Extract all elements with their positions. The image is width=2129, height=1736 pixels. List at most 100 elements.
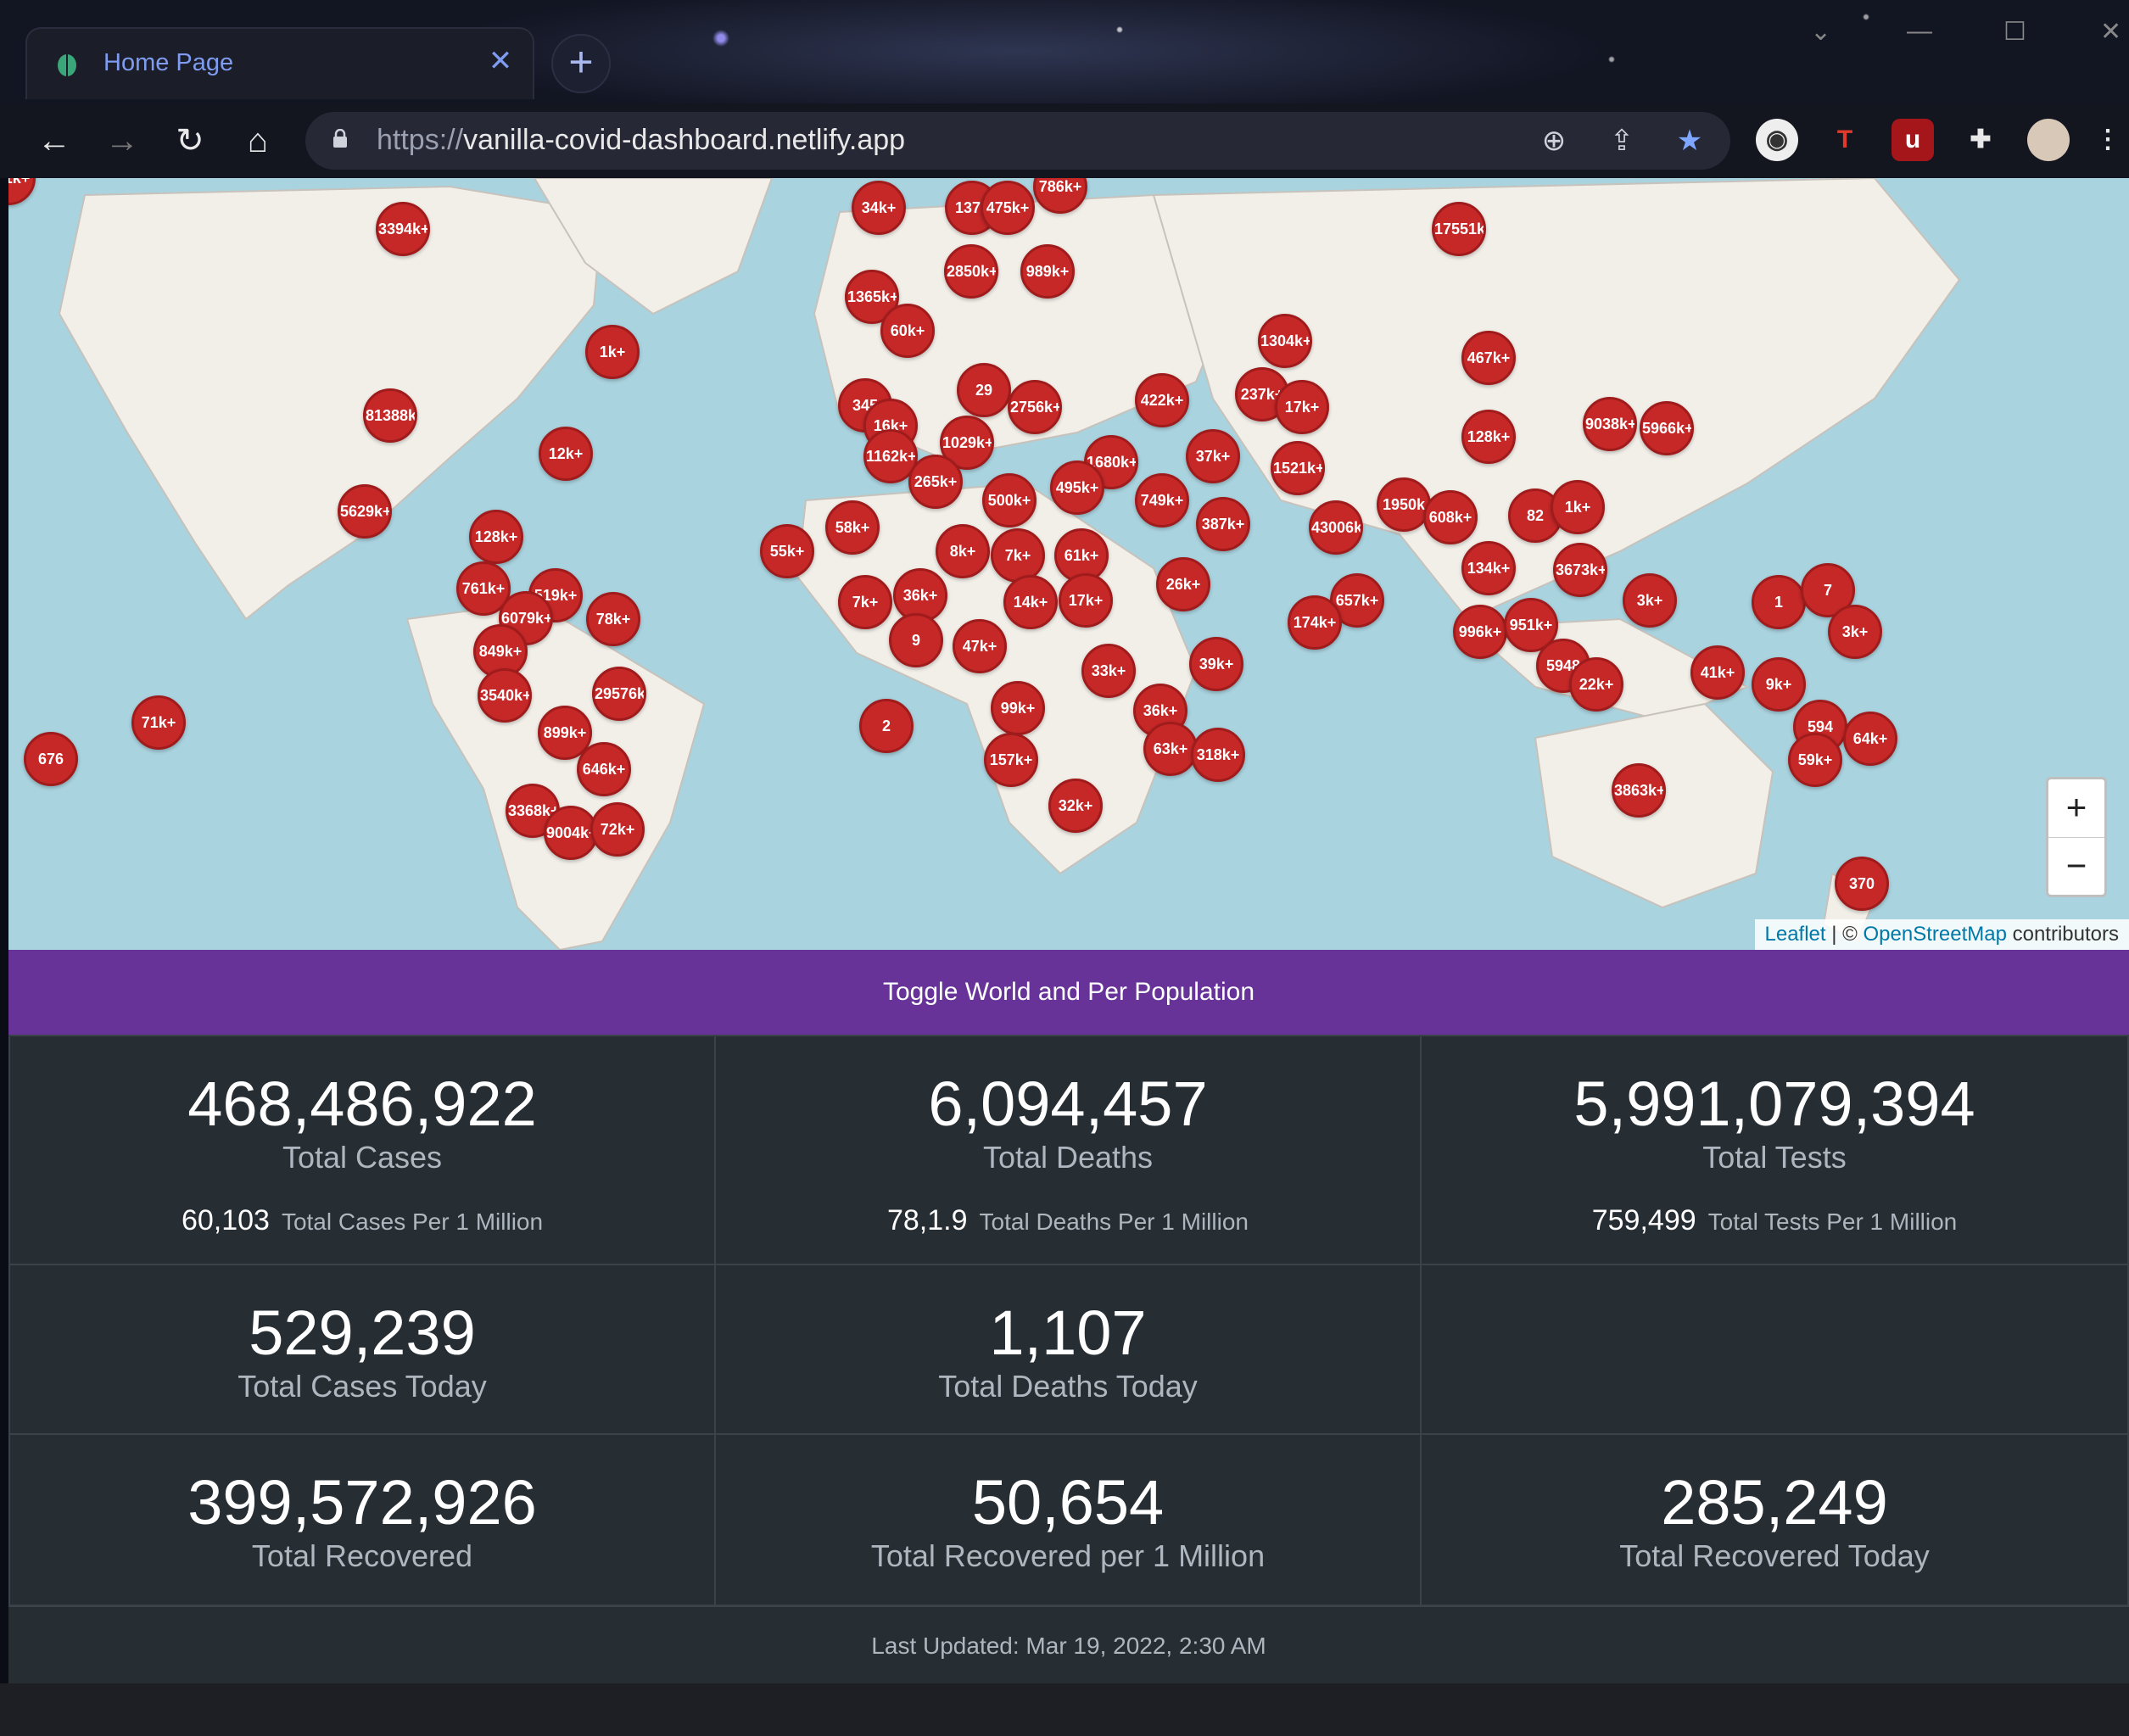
browser-tab[interactable]: Home Page ✕ xyxy=(25,27,534,99)
close-tab-icon[interactable]: ✕ xyxy=(485,46,516,76)
profile-avatar[interactable] xyxy=(2027,119,2070,161)
cluster-marker[interactable]: 676 xyxy=(24,732,78,786)
address-bar[interactable]: https://vanilla-covid-dashboard.netlify.… xyxy=(305,112,1730,170)
leaflet-link[interactable]: Leaflet xyxy=(1765,923,1826,946)
cluster-marker[interactable]: 3863k+ xyxy=(1612,763,1666,818)
minimize-icon[interactable]: — xyxy=(1907,17,1932,46)
cluster-marker[interactable]: 81388k+ xyxy=(363,388,417,443)
cluster-marker[interactable]: 3394k+ xyxy=(376,202,430,256)
cluster-marker[interactable]: 39k+ xyxy=(1189,637,1243,691)
extension-glasses-icon[interactable]: ◉ xyxy=(1756,119,1798,161)
cluster-marker[interactable]: 467k+ xyxy=(1461,331,1516,385)
cluster-marker[interactable]: 47k+ xyxy=(953,619,1007,673)
cluster-marker[interactable]: 9 xyxy=(889,613,943,667)
forward-arrow-icon[interactable]: → xyxy=(98,117,146,165)
cluster-marker[interactable]: 34k+ xyxy=(852,181,906,235)
zoom-in-button[interactable]: + xyxy=(2048,779,2104,838)
cluster-marker[interactable]: 5629k+ xyxy=(338,484,392,539)
cluster-marker[interactable]: 749k+ xyxy=(1135,473,1189,527)
cluster-marker[interactable]: 495k+ xyxy=(1050,461,1104,515)
cluster-marker[interactable]: 33k+ xyxy=(1081,644,1136,698)
cluster-marker[interactable]: 37k+ xyxy=(1186,429,1240,483)
extension-tp-icon[interactable]: T xyxy=(1824,119,1866,161)
cluster-marker[interactable]: 646k+ xyxy=(577,742,631,796)
cluster-marker[interactable]: 174k+ xyxy=(1288,595,1342,650)
cluster-marker[interactable]: 996k+ xyxy=(1453,605,1507,659)
url-text[interactable]: https://vanilla-covid-dashboard.netlify.… xyxy=(377,124,905,157)
cluster-marker[interactable]: 12k+ xyxy=(539,427,593,481)
cluster-marker[interactable]: 387k+ xyxy=(1196,497,1250,551)
cluster-marker[interactable]: 7k+ xyxy=(991,528,1045,583)
new-tab-button[interactable]: + xyxy=(551,34,611,93)
cluster-marker[interactable]: 370 xyxy=(1835,857,1889,911)
cluster-marker[interactable]: 265k+ xyxy=(908,455,963,509)
cluster-marker[interactable]: 55k+ xyxy=(760,524,814,578)
cluster-marker[interactable]: 22k+ xyxy=(1569,657,1623,712)
cluster-marker[interactable]: 3673k+ xyxy=(1553,543,1607,597)
cluster-marker[interactable]: 60k+ xyxy=(880,304,935,358)
cluster-marker[interactable]: 128k+ xyxy=(469,510,523,564)
cluster-marker[interactable]: 58k+ xyxy=(825,500,880,555)
cluster-marker[interactable]: 2850k+ xyxy=(944,244,998,299)
cluster-marker[interactable]: 29 xyxy=(957,363,1011,417)
cluster-marker[interactable]: 1521k+ xyxy=(1271,441,1325,495)
cluster-marker[interactable]: 29576k+ xyxy=(592,667,646,721)
cluster-marker[interactable]: 1304k+ xyxy=(1258,314,1312,368)
bookmark-star-icon[interactable]: ★ xyxy=(1671,122,1708,159)
cluster-marker[interactable]: 41k+ xyxy=(1690,645,1745,700)
cluster-marker[interactable]: 72k+ xyxy=(590,802,645,857)
cluster-marker[interactable]: 9038k+ xyxy=(1583,397,1637,451)
cluster-marker[interactable]: 9k+ xyxy=(1752,657,1806,712)
world-map[interactable]: 34k+1372475k+786k+3394k+17551k+2850k+989… xyxy=(8,178,2129,950)
cluster-marker[interactable]: 64k+ xyxy=(1843,712,1897,766)
cluster-marker[interactable]: 7k+ xyxy=(838,575,892,629)
reload-icon[interactable]: ↻ xyxy=(166,117,214,165)
cluster-marker[interactable]: 989k+ xyxy=(1020,244,1075,299)
ublock-icon[interactable]: u xyxy=(1892,119,1934,161)
close-window-icon[interactable]: ✕ xyxy=(2100,17,2121,47)
cluster-marker[interactable]: 318k+ xyxy=(1191,728,1245,782)
cluster-marker[interactable]: 2 xyxy=(859,699,914,753)
maximize-icon[interactable]: ☐ xyxy=(2003,17,2026,47)
cluster-marker[interactable]: 3540k+ xyxy=(478,668,532,723)
cluster-marker[interactable]: 17551k+ xyxy=(1432,202,1486,256)
cluster-marker[interactable]: 59k+ xyxy=(1788,733,1842,787)
cluster-marker[interactable]: 1950k xyxy=(1377,477,1431,532)
toggle-world-per-population-button[interactable]: Toggle World and Per Population xyxy=(8,950,2129,1035)
share-icon[interactable]: ⇪ xyxy=(1603,122,1640,159)
cluster-marker[interactable]: 17k+ xyxy=(1275,380,1329,434)
cluster-marker[interactable]: 5966k+ xyxy=(1640,401,1694,455)
cluster-marker[interactable]: 99k+ xyxy=(991,681,1045,735)
cluster-marker[interactable]: 71k+ xyxy=(131,695,186,750)
cluster-marker[interactable]: 1k+ xyxy=(585,325,640,379)
osm-link[interactable]: OpenStreetMap xyxy=(1864,923,2007,946)
cluster-marker[interactable]: 3k+ xyxy=(1828,605,1882,659)
cluster-marker[interactable]: 128k+ xyxy=(1461,410,1516,464)
cluster-marker[interactable]: 8k+ xyxy=(936,524,990,578)
cluster-marker[interactable]: 500k+ xyxy=(982,473,1037,527)
cluster-marker[interactable]: 2756k+ xyxy=(1008,380,1062,434)
cluster-marker[interactable]: 43006k+ xyxy=(1309,500,1363,555)
cluster-marker[interactable]: 63k+ xyxy=(1143,722,1198,776)
menu-kebab-icon[interactable]: ⋮ xyxy=(2095,119,2121,161)
home-icon[interactable]: ⌂ xyxy=(234,117,282,165)
zoom-out-button[interactable]: − xyxy=(2048,838,2104,896)
cluster-marker[interactable]: 157k+ xyxy=(984,733,1038,787)
cluster-marker[interactable]: 32k+ xyxy=(1048,779,1103,833)
back-arrow-icon[interactable]: ← xyxy=(31,117,78,165)
cluster-marker[interactable]: 17k+ xyxy=(1059,573,1113,628)
cluster-marker[interactable]: 475k+ xyxy=(981,181,1035,235)
cluster-marker[interactable]: 14k+ xyxy=(1003,575,1058,629)
tab-search-icon[interactable]: ⌄ xyxy=(1810,17,1831,47)
cluster-marker[interactable]: 608k+ xyxy=(1423,490,1478,544)
cluster-marker[interactable]: 26k+ xyxy=(1156,557,1210,611)
cluster-marker[interactable]: 422k+ xyxy=(1135,373,1189,427)
cluster-marker[interactable]: 1k+ xyxy=(1551,480,1605,534)
extensions-puzzle-icon[interactable]: ✚ xyxy=(1959,119,2002,161)
cluster-marker[interactable]: 1 xyxy=(1752,575,1806,629)
page-bottom xyxy=(0,1683,2129,1736)
cluster-marker[interactable]: 78k+ xyxy=(586,592,640,646)
cluster-marker[interactable]: 3k+ xyxy=(1623,573,1677,628)
cluster-marker[interactable]: 134k+ xyxy=(1461,541,1516,595)
zoom-icon[interactable]: ⊕ xyxy=(1535,122,1573,159)
